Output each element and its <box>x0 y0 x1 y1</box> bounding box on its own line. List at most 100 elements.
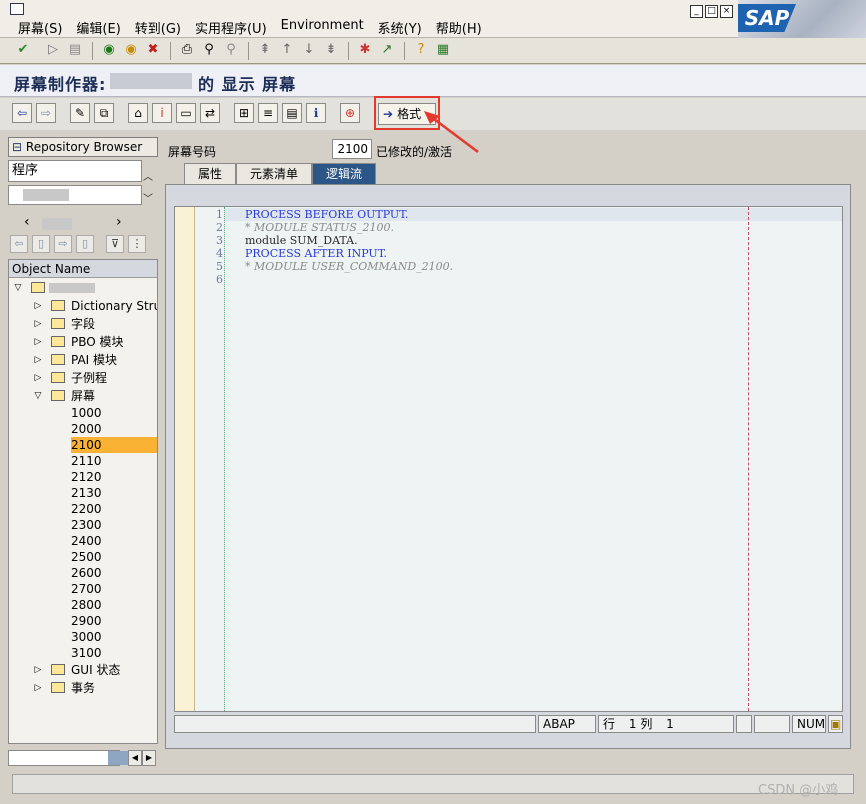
menu-system[interactable]: 系统(Y) <box>378 18 422 37</box>
layout-icon[interactable]: ≡ <box>258 103 278 123</box>
screen-item-2120[interactable]: 2120 <box>71 469 157 485</box>
screen-item-3000[interactable]: 3000 <box>71 629 157 645</box>
check-icon[interactable]: i <box>152 103 172 123</box>
tab-element-list[interactable]: 元素清单 <box>236 163 312 184</box>
object-name-input[interactable] <box>8 185 142 205</box>
display-change-icon[interactable]: ✎ <box>70 103 90 123</box>
object-tree: Object Name ▽ ▷ Dictionary Struc ▷ 字段 ▷ … <box>8 259 158 744</box>
tree-node-pbo-modules[interactable]: ▷ PBO 模块 <box>9 333 157 351</box>
scroll-left-icon[interactable]: ◀ <box>128 750 142 766</box>
screen-item-2110[interactable]: 2110 <box>71 453 157 469</box>
code-line[interactable]: module SUM_DATA. <box>245 234 358 247</box>
print-icon[interactable]: ⎙ <box>178 41 196 59</box>
screen-number-field[interactable]: 2100 <box>332 139 372 159</box>
tree-node-label: 子例程 <box>71 371 108 385</box>
screen-item-2000[interactable]: 2000 <box>71 421 157 437</box>
screen-item-2400[interactable]: 2400 <box>71 533 157 549</box>
tree-node-screens[interactable]: ▽ 屏幕 <box>9 387 157 405</box>
scrollbar-track[interactable] <box>8 750 120 766</box>
screen-item-2300[interactable]: 2300 <box>71 517 157 533</box>
tree-node-pai-modules[interactable]: ▷ PAI 模块 <box>9 351 157 369</box>
scroll-right-icon[interactable]: ▶ <box>142 750 156 766</box>
tree-horizontal-scrollbar[interactable]: ◀ ▶ <box>8 750 158 766</box>
where-used-icon[interactable]: ⌂ <box>128 103 148 123</box>
tree-node-transactions[interactable]: ▷ 事务 <box>9 679 157 697</box>
more-options-icon[interactable]: ⋮ <box>128 235 146 253</box>
code-line[interactable]: * MODULE STATUS_2100. <box>245 221 394 234</box>
other-object-icon[interactable]: ⧉ <box>94 103 114 123</box>
element-list-icon[interactable]: ▤ <box>282 103 302 123</box>
screen-item-2800[interactable]: 2800 <box>71 597 157 613</box>
activate-icon[interactable]: ▭ <box>176 103 196 123</box>
command-field-toggle-icon[interactable]: ▷ <box>44 41 62 59</box>
col-label: 列 <box>640 717 653 731</box>
back-list-icon[interactable]: ▯ <box>32 235 50 253</box>
back-icon[interactable]: ◉ <box>100 41 118 59</box>
tab-flow-logic[interactable]: 逻辑流 <box>312 163 376 184</box>
first-page-icon[interactable]: ⇞ <box>256 41 274 59</box>
find-icon[interactable]: ⚲ <box>200 41 218 59</box>
menu-edit[interactable]: 编辑(E) <box>76 18 120 37</box>
back-nav-icon[interactable]: ⇦ <box>10 235 28 253</box>
editor-status-spacer <box>754 715 790 733</box>
cancel-icon[interactable]: ✖ <box>144 41 162 59</box>
menu-utilities[interactable]: 实用程序(U) <box>195 18 267 37</box>
collapse-icon[interactable]: ⊽ <box>106 235 124 253</box>
tree-node-dictionary[interactable]: ▷ Dictionary Struc <box>9 297 157 315</box>
code-line[interactable]: PROCESS AFTER INPUT. <box>245 247 387 260</box>
display-object-list-icon[interactable]: ⊕ <box>340 103 360 123</box>
maximize-icon[interactable]: □ <box>705 5 718 18</box>
chevron-right-icon[interactable]: › <box>116 214 122 230</box>
editor-settings-icon[interactable]: ▣ <box>828 715 843 733</box>
forward-arrow-icon[interactable]: ⇨ <box>36 103 56 123</box>
test-icon[interactable]: ⇄ <box>200 103 220 123</box>
system-menu-icon[interactable] <box>10 3 24 15</box>
screen-item-1000[interactable]: 1000 <box>71 405 157 421</box>
create-session-icon[interactable]: ✱ <box>356 41 374 59</box>
menu-goto[interactable]: 转到(G) <box>135 18 181 37</box>
layout-menu-icon[interactable]: ▦ <box>434 41 452 59</box>
screen-item-2600[interactable]: 2600 <box>71 565 157 581</box>
save-icon[interactable]: ▤ <box>66 41 84 59</box>
tree-node-gui-status[interactable]: ▷ GUI 状态 <box>9 661 157 679</box>
screen-item-2500[interactable]: 2500 <box>71 549 157 565</box>
screen-item-2100-selected[interactable]: 2100 <box>71 437 157 453</box>
menu-screen[interactable]: 屏幕(S) <box>18 18 62 37</box>
screen-item-3100[interactable]: 3100 <box>71 645 157 661</box>
menu-help[interactable]: 帮助(H) <box>436 18 482 37</box>
previous-page-icon[interactable]: ↑ <box>278 41 296 59</box>
code-line[interactable]: PROCESS BEFORE OUTPUT. <box>245 208 408 221</box>
forward-nav-icon[interactable]: ⇨ <box>54 235 72 253</box>
enter-icon[interactable]: ✔ <box>14 41 32 59</box>
chevron-up-icon[interactable]: ︿ <box>143 168 153 183</box>
minimize-icon[interactable]: _ <box>690 5 703 18</box>
screen-item-2900[interactable]: 2900 <box>71 613 157 629</box>
scrollbar-thumb[interactable] <box>108 751 128 765</box>
hierarchy-icon[interactable]: ⊞ <box>234 103 254 123</box>
exit-icon[interactable]: ◉ <box>122 41 140 59</box>
info-icon[interactable]: ℹ <box>306 103 326 123</box>
chevron-left-icon[interactable]: ‹ <box>24 214 30 230</box>
find-next-icon[interactable]: ⚲ <box>222 41 240 59</box>
last-page-icon[interactable]: ⇟ <box>322 41 340 59</box>
object-type-select[interactable]: 程序 <box>8 160 142 182</box>
tree-node-fields[interactable]: ▷ 字段 <box>9 315 157 333</box>
menu-environment[interactable]: Environment <box>281 18 364 37</box>
next-page-icon[interactable]: ↓ <box>300 41 318 59</box>
line-number: 2 <box>216 221 223 234</box>
tree-node-subroutines[interactable]: ▷ 子例程 <box>9 369 157 387</box>
tab-attributes[interactable]: 属性 <box>184 163 236 184</box>
forward-list-icon[interactable]: ▯ <box>76 235 94 253</box>
create-shortcut-icon[interactable]: ↗ <box>378 41 396 59</box>
code-line[interactable]: * MODULE USER_COMMAND_2100. <box>245 260 453 273</box>
screen-item-2130[interactable]: 2130 <box>71 485 157 501</box>
close-icon[interactable]: × <box>720 5 733 18</box>
back-arrow-icon[interactable]: ⇦ <box>12 103 32 123</box>
chevron-down-icon[interactable]: ﹀ <box>143 190 153 205</box>
screen-item-2200[interactable]: 2200 <box>71 501 157 517</box>
help-icon[interactable]: ? <box>412 41 430 59</box>
screen-item-2700[interactable]: 2700 <box>71 581 157 597</box>
repository-browser-button[interactable]: ⊟ Repository Browser <box>8 137 158 157</box>
tree-root-node[interactable]: ▽ <box>9 279 157 297</box>
code-editor[interactable]: 1 PROCESS BEFORE OUTPUT. 2 * MODULE STAT… <box>174 206 843 712</box>
